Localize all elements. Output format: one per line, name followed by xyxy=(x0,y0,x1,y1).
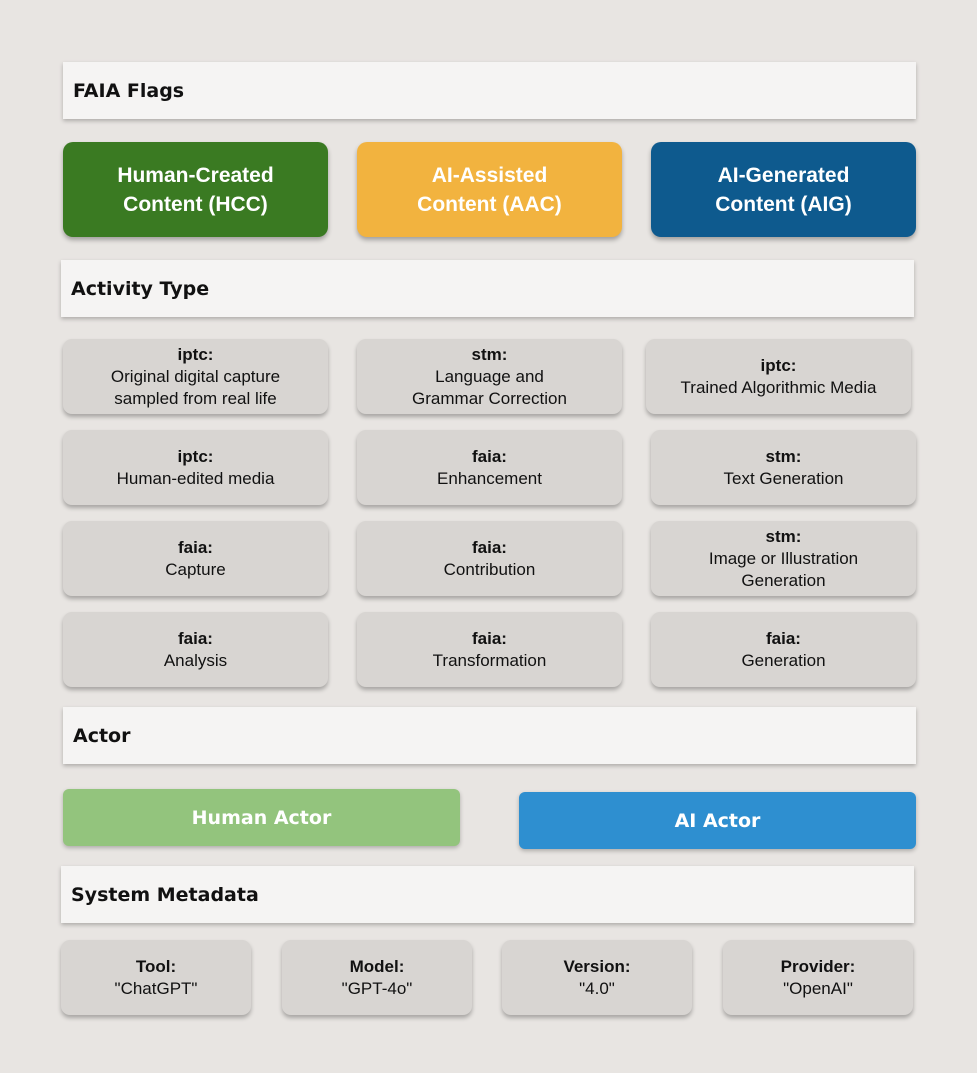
activity-card: faia: Transformation xyxy=(357,612,622,687)
flag-aig: AI-Generated Content (AIG) xyxy=(651,142,916,237)
activity-label: Text Generation xyxy=(723,468,844,488)
activity-card: stm: Language and Grammar Correction xyxy=(357,339,622,414)
section-header-system-metadata: System Metadata xyxy=(61,866,914,923)
activity-prefix: faia: xyxy=(178,628,213,648)
activity-prefix: iptc: xyxy=(760,355,797,375)
activity-prefix: faia: xyxy=(472,537,507,557)
section-title: FAIA Flags xyxy=(73,79,185,102)
flag-line2: Content (AIG) xyxy=(715,192,852,216)
activity-prefix: faia: xyxy=(766,628,801,648)
activity-label: Transformation xyxy=(432,650,547,670)
activity-card: faia: Contribution xyxy=(357,521,622,596)
activity-card: faia: Capture xyxy=(63,521,328,596)
actor-label: AI Actor xyxy=(674,809,761,832)
section-title: System Metadata xyxy=(71,883,259,906)
activity-card: iptc: Original digital capture sampled f… xyxy=(63,339,328,414)
flag-line1: AI-Assisted xyxy=(431,163,548,187)
flag-aac: AI-Assisted Content (AAC) xyxy=(357,142,622,237)
metadata-key: Provider: xyxy=(780,956,856,976)
section-header-actor: Actor xyxy=(63,707,916,764)
flag-line1: Human-Created xyxy=(117,163,274,187)
activity-prefix: stm: xyxy=(765,446,802,466)
activity-label: Language and Grammar Correction xyxy=(412,366,567,408)
metadata-model: Model: "GPT-4o" xyxy=(282,940,472,1015)
activity-prefix: faia: xyxy=(472,446,507,466)
activity-card: stm: Text Generation xyxy=(651,430,916,505)
activity-prefix: iptc: xyxy=(177,446,214,466)
metadata-tool: Tool: "ChatGPT" xyxy=(61,940,251,1015)
metadata-key: Tool: xyxy=(135,956,177,976)
activity-label: Analysis xyxy=(163,650,228,670)
section-header-faia-flags: FAIA Flags xyxy=(63,62,916,119)
metadata-provider: Provider: "OpenAI" xyxy=(723,940,913,1015)
activity-prefix: iptc: xyxy=(177,344,214,364)
activity-card: iptc: Trained Algorithmic Media xyxy=(646,339,911,414)
activity-prefix: faia: xyxy=(472,628,507,648)
metadata-value: "OpenAI" xyxy=(783,978,853,998)
activity-prefix: stm: xyxy=(765,526,802,546)
section-header-activity-type: Activity Type xyxy=(61,260,914,317)
metadata-value: "ChatGPT" xyxy=(114,978,198,998)
metadata-key: Version: xyxy=(563,956,631,976)
activity-label: Trained Algorithmic Media xyxy=(680,377,877,397)
activity-label: Contribution xyxy=(443,559,536,579)
activity-prefix: faia: xyxy=(178,537,213,557)
flag-line2: Content (HCC) xyxy=(123,192,268,216)
activity-prefix: stm: xyxy=(471,344,508,364)
human-actor-box: Human Actor xyxy=(63,789,460,846)
section-title: Activity Type xyxy=(71,277,210,300)
metadata-value: "GPT-4o" xyxy=(341,978,413,998)
activity-card: faia: Analysis xyxy=(63,612,328,687)
activity-label: Generation xyxy=(741,650,826,670)
activity-label: Image or Illustration Generation xyxy=(708,548,859,590)
activity-card: faia: Generation xyxy=(651,612,916,687)
activity-label: Capture xyxy=(165,559,226,579)
activity-card: stm: Image or Illustration Generation xyxy=(651,521,916,596)
section-title: Actor xyxy=(73,724,131,747)
activity-label: Human-edited media xyxy=(116,468,275,488)
actor-label: Human Actor xyxy=(191,806,332,829)
activity-card: iptc: Human-edited media xyxy=(63,430,328,505)
ai-actor-box: AI Actor xyxy=(519,792,916,849)
activity-label: Original digital capture sampled from re… xyxy=(110,366,281,408)
metadata-value: "4.0" xyxy=(579,978,615,998)
activity-card: faia: Enhancement xyxy=(357,430,622,505)
flag-hcc: Human-Created Content (HCC) xyxy=(63,142,328,237)
activity-label: Enhancement xyxy=(437,468,542,488)
metadata-version: Version: "4.0" xyxy=(502,940,692,1015)
flag-line1: AI-Generated xyxy=(717,163,850,187)
flag-line2: Content (AAC) xyxy=(417,192,562,216)
metadata-key: Model: xyxy=(349,956,405,976)
